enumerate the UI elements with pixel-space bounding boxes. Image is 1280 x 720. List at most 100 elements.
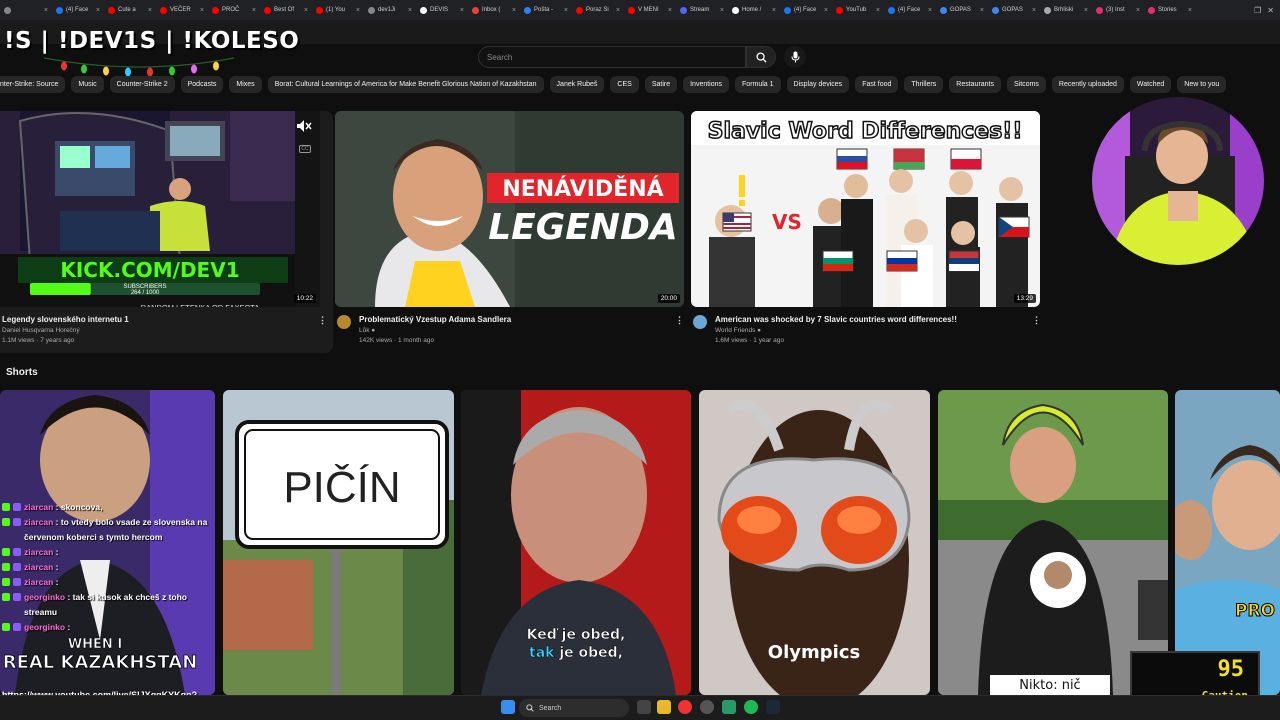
tab-close-icon[interactable]: × <box>408 7 412 14</box>
video-title[interactable]: American was shocked by 7 Slavic countri… <box>715 315 1041 324</box>
tab-close-icon[interactable]: × <box>252 7 256 14</box>
browser-tab[interactable]: PROČ × <box>208 0 260 20</box>
search-input[interactable]: Search <box>478 46 746 68</box>
chrome-icon[interactable] <box>678 700 692 714</box>
spreadsheet-icon[interactable] <box>722 700 736 714</box>
channel-name[interactable]: Lůk ● <box>359 327 685 334</box>
app-icon[interactable] <box>700 700 714 714</box>
more-options-icon[interactable]: ⋮ <box>675 315 684 326</box>
category-chip[interactable]: CES <box>610 76 639 93</box>
browser-tab[interactable]: (4) Face × <box>780 0 832 20</box>
category-chip[interactable]: Display devices <box>786 76 850 93</box>
short-item[interactable]: Nikto: nič <box>938 390 1168 695</box>
video-thumbnail[interactable]: Slavic Word Differences!! VS 13:29 <box>691 111 1040 307</box>
voice-search-button[interactable] <box>784 46 806 68</box>
captions-icon[interactable]: CC <box>299 145 311 153</box>
category-chip[interactable]: Borat: Cultural Learnings of America for… <box>267 76 544 93</box>
file-explorer-icon[interactable] <box>657 700 671 714</box>
tab-close-icon[interactable]: × <box>668 7 672 14</box>
more-options-icon[interactable]: ⋮ <box>318 315 327 326</box>
spotify-icon[interactable] <box>744 700 758 714</box>
category-chip[interactable]: Formula 1 <box>735 76 781 93</box>
tab-close-icon[interactable]: × <box>720 7 724 14</box>
browser-tab[interactable]: YouTub × <box>832 0 884 20</box>
browser-tab[interactable]: (4) Face × <box>884 0 936 20</box>
video-card[interactable]: Slavic Word Differences!! VS 13:29 Ameri… <box>691 111 1041 344</box>
tab-close-icon[interactable]: × <box>96 7 100 14</box>
channel-avatar[interactable] <box>693 315 707 329</box>
tab-close-icon[interactable]: × <box>824 7 828 14</box>
browser-tab[interactable]: GOPAS × <box>988 0 1040 20</box>
video-title[interactable]: Problematický Vzestup Adama Sandlera <box>359 315 685 324</box>
mute-icon[interactable] <box>296 119 312 133</box>
category-chip[interactable]: Recently uploaded <box>1051 76 1124 93</box>
short-item[interactable]: PRO <box>1175 390 1280 695</box>
category-chip[interactable]: Watched <box>1129 76 1172 93</box>
video-thumbnail[interactable]: NENÁVIDĚNÁ LEGENDA 20:00 <box>335 111 684 307</box>
tab-close-icon[interactable]: × <box>44 7 48 14</box>
browser-tab[interactable]: (3) Inst × <box>1092 0 1144 20</box>
tab-close-icon[interactable]: × <box>980 7 984 14</box>
category-chip[interactable]: Sitcoms <box>1007 76 1046 93</box>
browser-tab[interactable]: Pošta - × <box>520 0 572 20</box>
video-card[interactable]: NENÁVIDĚNÁ LEGENDA 20:00 Problematický V… <box>335 111 685 344</box>
short-item[interactable]: Olympics <box>699 390 930 695</box>
tab-close-icon[interactable]: × <box>356 7 360 14</box>
browser-tab[interactable]: Poraz Si × <box>572 0 624 20</box>
browser-tab[interactable]: (1) You × <box>312 0 364 20</box>
task-view-icon[interactable] <box>637 700 651 714</box>
browser-tab[interactable]: × <box>0 0 52 20</box>
restore-icon[interactable]: ❐ <box>1254 6 1261 15</box>
category-chip[interactable]: Inventions <box>683 76 730 93</box>
browser-tab[interactable]: V MENI × <box>624 0 676 20</box>
browser-tab[interactable]: Stories × <box>1144 0 1196 20</box>
browser-tab[interactable]: Cute a × <box>104 0 156 20</box>
category-chip[interactable]: Thrillers <box>904 76 944 93</box>
video-title[interactable]: Legendy slovenského internetu 1 <box>2 315 333 324</box>
video-card[interactable]: KICK.COM/DEV1 SUBSCRIBERS 264 / 1000 RAN… <box>0 111 333 344</box>
browser-tab[interactable]: Best Of × <box>260 0 312 20</box>
browser-tab[interactable]: dev1Ji × <box>364 0 416 20</box>
short-item[interactable]: Keď je obed, tak je obed, <box>461 390 691 695</box>
tab-close-icon[interactable]: × <box>928 7 932 14</box>
tab-close-icon[interactable]: × <box>1032 7 1036 14</box>
category-chip[interactable]: Counter-Strike 2 <box>109 76 175 93</box>
start-icon[interactable] <box>501 700 515 714</box>
category-chip[interactable]: Restaurants <box>949 76 1002 93</box>
close-window-icon[interactable]: ✕ <box>1267 6 1274 15</box>
browser-tab[interactable]: Brhliski × <box>1040 0 1092 20</box>
channel-avatar[interactable] <box>337 315 351 329</box>
tab-close-icon[interactable]: × <box>1136 7 1140 14</box>
browser-tab[interactable]: Home / × <box>728 0 780 20</box>
category-chip[interactable]: nter-Strike: Source <box>0 76 66 93</box>
browser-tab[interactable]: VEČER × <box>156 0 208 20</box>
category-chip[interactable]: Music <box>71 76 104 93</box>
browser-tab[interactable]: Inbox (× <box>468 0 520 20</box>
tab-close-icon[interactable]: × <box>616 7 620 14</box>
tab-close-icon[interactable]: × <box>564 7 568 14</box>
tab-close-icon[interactable]: × <box>304 7 308 14</box>
more-options-icon[interactable]: ⋮ <box>1032 315 1041 326</box>
category-chip[interactable]: Satire <box>644 76 678 93</box>
steam-icon[interactable] <box>766 700 780 714</box>
category-chip[interactable]: Mixes <box>229 76 262 93</box>
channel-name[interactable]: World Friends ● <box>715 327 1041 334</box>
category-chip[interactable]: Janek Rubeš <box>549 76 605 93</box>
browser-tab[interactable]: GOPAS × <box>936 0 988 20</box>
tab-close-icon[interactable]: × <box>1084 7 1088 14</box>
short-item[interactable]: PIČÍN <box>223 390 454 695</box>
tab-close-icon[interactable]: × <box>200 7 204 14</box>
search-button[interactable] <box>746 46 776 68</box>
tab-close-icon[interactable]: × <box>1188 7 1192 14</box>
tab-close-icon[interactable]: × <box>772 7 776 14</box>
browser-tab[interactable]: (4) Face × <box>52 0 104 20</box>
category-chip[interactable]: New to you <box>1177 76 1227 93</box>
category-chip[interactable]: Fast food <box>855 76 899 93</box>
category-chip[interactable]: Podcasts <box>180 76 224 93</box>
tab-close-icon[interactable]: × <box>512 7 516 14</box>
tab-close-icon[interactable]: × <box>876 7 880 14</box>
taskbar-search[interactable]: Search <box>519 699 629 717</box>
tab-close-icon[interactable]: × <box>460 7 464 14</box>
video-thumbnail[interactable]: KICK.COM/DEV1 SUBSCRIBERS 264 / 1000 RAN… <box>0 111 320 307</box>
browser-tab[interactable]: Stream × <box>676 0 728 20</box>
